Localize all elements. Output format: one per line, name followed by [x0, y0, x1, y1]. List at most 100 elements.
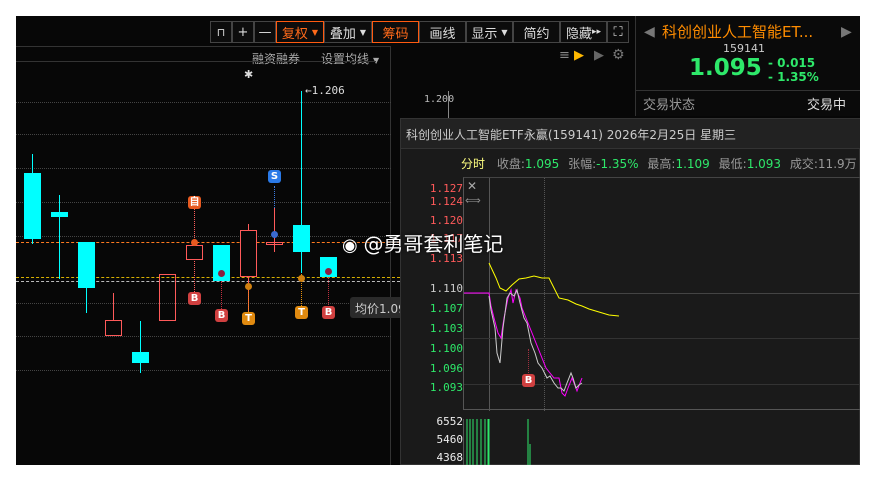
double-arrow-icon: ▸▸: [591, 27, 602, 37]
grid-line: [16, 336, 391, 337]
axis-line: [448, 91, 449, 121]
marker-dot: [245, 283, 252, 290]
price-tick: 1.110: [429, 282, 463, 295]
grid-line: [16, 102, 391, 103]
axis-label: 1.200: [424, 94, 455, 105]
marker-dot: [191, 239, 198, 246]
candle-wick: [59, 195, 60, 279]
candle[interactable]: [186, 245, 203, 260]
simple-button[interactable]: 简约: [513, 21, 560, 43]
close-value: 1.095: [524, 157, 560, 171]
buy-marker[interactable]: B: [188, 292, 201, 305]
popup-title: 科创创业人工智能ETF永赢(159141) 2026年2月25日 星期三: [406, 128, 737, 142]
volume-tick: 6552: [436, 415, 464, 428]
hide-button[interactable]: 隐藏 ▸▸: [560, 21, 607, 43]
fullscreen-icon: ⛶: [613, 24, 623, 40]
close-label: 收盘:: [496, 157, 525, 171]
lock-button[interactable]: ⊓: [210, 21, 232, 43]
sell-marker[interactable]: S: [268, 170, 281, 183]
zoom-in-button[interactable]: +: [232, 21, 254, 43]
draw-line-button[interactable]: 画线: [419, 21, 466, 43]
chevron-down-icon: ▼: [311, 27, 319, 37]
candle[interactable]: [293, 225, 310, 252]
price-tick: 1.107: [429, 302, 463, 315]
buy-marker[interactable]: B: [522, 374, 535, 387]
star-icon: ✱: [244, 68, 254, 81]
volume-label: 成交:: [789, 157, 818, 171]
status-label: 交易状态: [643, 98, 696, 113]
set-ma-label: 设置均线: [321, 52, 370, 66]
price-change-pct: - 1.35%: [768, 70, 819, 84]
candle-wick: [140, 321, 141, 373]
grid-line: [16, 134, 391, 135]
fuquan-dropdown[interactable]: 复权 ▼: [276, 21, 324, 43]
tab-intraday[interactable]: 分时: [461, 157, 485, 171]
volume-value: 11.9万: [817, 157, 857, 171]
chevron-down-icon: ▼: [359, 27, 367, 37]
gear-icon[interactable]: ⚙: [612, 47, 625, 63]
marker-dot: [271, 231, 278, 238]
intraday-popup: 科创创业人工智能ETF永赢(159141) 2026年2月25日 星期三 分时 …: [400, 118, 860, 465]
buy-marker[interactable]: B: [215, 309, 228, 322]
price-tick: 1.096: [429, 362, 463, 375]
candle[interactable]: [159, 274, 176, 321]
divider: [16, 46, 390, 47]
candle[interactable]: [105, 320, 122, 336]
buy-marker[interactable]: B: [322, 306, 335, 319]
t-marker[interactable]: T: [242, 312, 255, 325]
overlay-dropdown[interactable]: 叠加 ▼: [324, 21, 372, 43]
set-ma-dropdown[interactable]: 设置均线 ▼: [321, 50, 379, 67]
play-icon[interactable]: ▶: [574, 48, 584, 63]
grid-line: [16, 202, 391, 203]
price-tick: 1.093: [429, 381, 463, 394]
price-tick: 1.124: [429, 195, 463, 208]
marker-dot: [325, 268, 332, 275]
high-label: 最高:: [647, 157, 676, 171]
display-dropdown[interactable]: 显示 ▼: [466, 21, 513, 43]
avg-price-line: [488, 262, 620, 317]
marker-line: [328, 277, 329, 309]
grid-line: [16, 168, 391, 169]
candle[interactable]: [51, 212, 68, 217]
marker-line: [221, 281, 222, 311]
play-gray-icon[interactable]: ▶: [594, 48, 604, 63]
margin-trading-button[interactable]: 融资融券: [252, 50, 300, 67]
price-tick: 1.100: [429, 342, 463, 355]
overlay-label: 叠加: [329, 26, 356, 42]
marker-line: [528, 349, 529, 377]
high-value: 1.109: [675, 157, 710, 171]
intraday-chart[interactable]: ✕ ⟺ B: [463, 177, 860, 411]
summary-row: 分时 收盘:1.095 张幅:-1.35% 最高:1.109 最低:1.093 …: [461, 155, 857, 172]
candle[interactable]: [132, 352, 149, 363]
candle[interactable]: [240, 230, 257, 277]
zi-marker[interactable]: 自: [188, 196, 201, 209]
volume-bars: [466, 419, 531, 465]
price-tick: 1.120: [429, 214, 463, 227]
popup-titlebar[interactable]: 科创创业人工智能ETF永赢(159141) 2026年2月25日 星期三: [401, 119, 860, 149]
candle[interactable]: [24, 173, 41, 239]
high-price-label: ←1.206: [305, 84, 345, 97]
volume-tick: 5460: [436, 433, 464, 446]
divider: [16, 61, 376, 62]
weibo-icon: ◉: [342, 235, 364, 256]
candle[interactable]: [78, 242, 95, 288]
candle-wick: [274, 208, 275, 252]
divider: [636, 90, 860, 91]
trading-app: ⊓ + — 复权 ▼ 叠加 ▼ 筹码 画线 显示 ▼ 简约 隐藏 ▸▸ ⛶ 融资融券 设…: [16, 16, 860, 465]
prev-arrow-icon[interactable]: ◀: [644, 24, 655, 40]
t-marker[interactable]: T: [295, 306, 308, 319]
fullscreen-button[interactable]: ⛶: [607, 21, 629, 43]
last-price: 1.095: [689, 55, 762, 81]
grid-line: [16, 370, 391, 371]
marker-dot: [218, 270, 225, 277]
lock-icon: ⊓: [216, 25, 226, 39]
security-name: 科创创业人工智能ET...: [662, 23, 814, 41]
chips-button[interactable]: 筹码: [372, 21, 419, 43]
volume-chart: [463, 419, 860, 465]
candle[interactable]: [266, 242, 283, 245]
zoom-out-button[interactable]: —: [254, 21, 276, 43]
fuquan-label: 复权: [281, 26, 308, 42]
next-arrow-icon[interactable]: ▶: [841, 24, 852, 40]
list-icon[interactable]: ≡: [559, 48, 570, 63]
low-label: 最低:: [718, 157, 747, 171]
